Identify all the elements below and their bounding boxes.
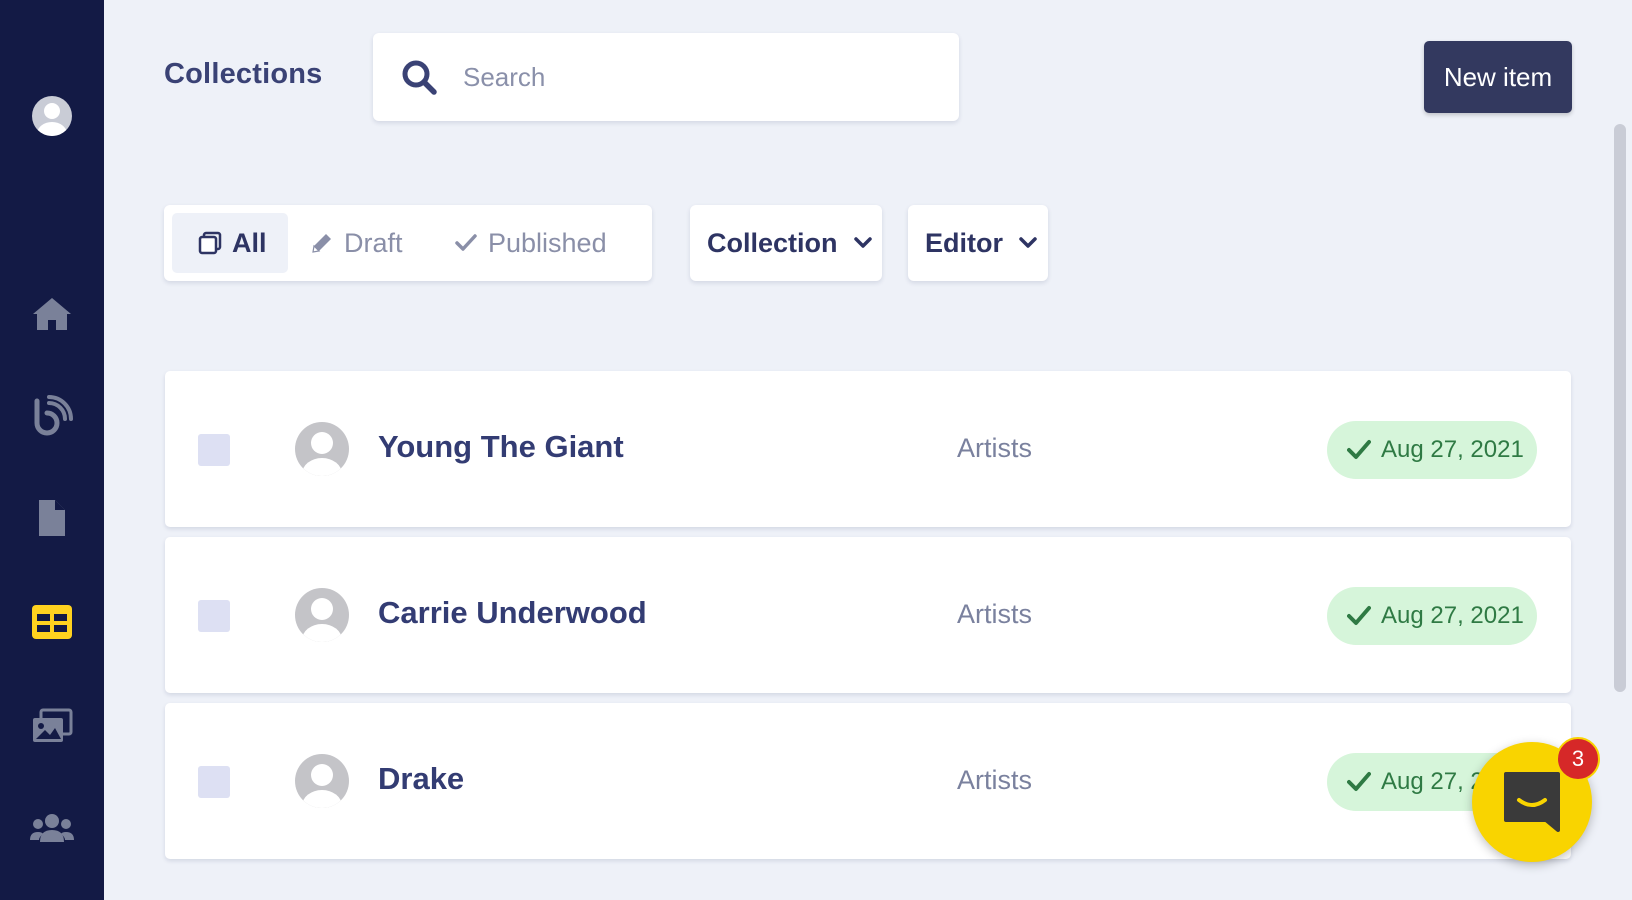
collection-dropdown-label: Collection bbox=[707, 227, 838, 258]
avatar bbox=[295, 754, 349, 808]
tab-all-label: All bbox=[232, 227, 267, 258]
tab-published-label: Published bbox=[488, 227, 607, 258]
tab-draft-label: Draft bbox=[344, 227, 403, 258]
sidebar-item-media[interactable] bbox=[0, 698, 104, 754]
images-icon bbox=[33, 708, 73, 742]
table-icon bbox=[32, 605, 72, 639]
tab-published[interactable]: Published bbox=[454, 213, 634, 273]
editor-dropdown-label: Editor bbox=[925, 227, 1003, 258]
search-icon bbox=[402, 60, 437, 95]
row-checkbox[interactable] bbox=[198, 600, 230, 632]
avatar bbox=[295, 588, 349, 642]
check-icon bbox=[1347, 440, 1371, 459]
sidebar-item-collections[interactable] bbox=[0, 594, 104, 650]
item-collection: Artists bbox=[957, 433, 1033, 463]
user-icon bbox=[302, 432, 342, 476]
check-icon bbox=[1347, 606, 1371, 625]
check-icon bbox=[1347, 772, 1371, 791]
item-name[interactable]: Carrie Underwood bbox=[378, 595, 647, 631]
table-row[interactable]: Carrie Underwood Artists Aug 27, 2021 bbox=[165, 537, 1571, 693]
tab-draft[interactable]: Draft bbox=[310, 213, 430, 273]
row-checkbox[interactable] bbox=[198, 766, 230, 798]
pencil-icon bbox=[312, 234, 331, 253]
item-collection: Artists bbox=[957, 765, 1033, 795]
page-title: Collections bbox=[164, 58, 323, 90]
status-badge: Aug 27, 2021 bbox=[1327, 421, 1537, 479]
blog-feed-icon bbox=[34, 395, 73, 436]
editor-dropdown[interactable]: Editor bbox=[908, 205, 1048, 281]
item-collection: Artists bbox=[957, 599, 1033, 629]
avatar bbox=[295, 422, 349, 476]
profile-avatar[interactable] bbox=[32, 96, 72, 136]
chat-badge: 3 bbox=[1556, 737, 1600, 781]
table-row[interactable]: Drake Artists Aug 27, 2021 bbox=[165, 703, 1571, 859]
row-checkbox[interactable] bbox=[198, 434, 230, 466]
chevron-down-icon bbox=[1019, 237, 1037, 248]
sidebar-item-home[interactable] bbox=[0, 286, 104, 342]
collection-dropdown[interactable]: Collection bbox=[690, 205, 882, 281]
sidebar bbox=[0, 0, 104, 900]
user-icon bbox=[302, 764, 342, 808]
status-filter: All Draft Published bbox=[164, 205, 652, 281]
home-icon bbox=[33, 298, 71, 330]
new-item-button[interactable]: New item bbox=[1424, 41, 1572, 113]
check-icon bbox=[455, 234, 477, 251]
table-row[interactable]: Young The Giant Artists Aug 27, 2021 bbox=[165, 371, 1571, 527]
chevron-down-icon bbox=[853, 237, 872, 248]
users-icon bbox=[30, 814, 74, 842]
search-box[interactable] bbox=[373, 33, 959, 121]
user-icon bbox=[37, 103, 67, 136]
user-icon bbox=[302, 598, 342, 642]
status-date: Aug 27, 2021 bbox=[1381, 602, 1524, 629]
tab-all[interactable]: All bbox=[172, 213, 288, 273]
sidebar-item-pages[interactable] bbox=[0, 490, 104, 546]
scrollbar[interactable] bbox=[1614, 124, 1626, 692]
sidebar-item-team[interactable] bbox=[0, 800, 104, 856]
item-name[interactable]: Drake bbox=[378, 761, 464, 797]
copy-icon bbox=[198, 231, 222, 255]
document-icon bbox=[39, 500, 65, 536]
status-date: Aug 27, 2021 bbox=[1381, 436, 1524, 463]
chat-smile-icon bbox=[1504, 772, 1560, 832]
sidebar-item-blog[interactable] bbox=[0, 388, 104, 444]
item-name[interactable]: Young The Giant bbox=[378, 429, 624, 465]
search-input[interactable] bbox=[463, 61, 923, 93]
status-badge: Aug 27, 2021 bbox=[1327, 587, 1537, 645]
